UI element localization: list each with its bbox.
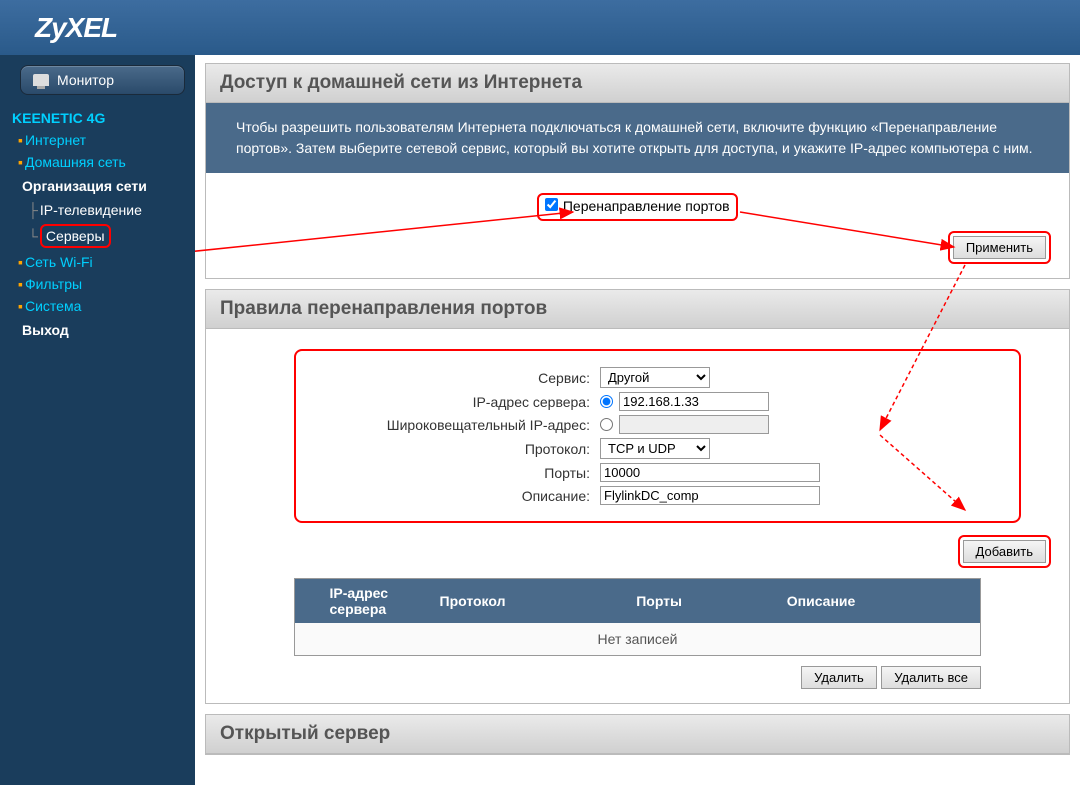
broadcast-input[interactable] bbox=[619, 415, 769, 434]
protocol-select[interactable]: TCP и UDP bbox=[600, 438, 710, 459]
nav-servers[interactable]: └Серверы bbox=[0, 221, 195, 251]
port-forwarding-checkbox[interactable] bbox=[545, 198, 558, 211]
panel-access: Доступ к домашней сети из Интернета Чтоб… bbox=[205, 63, 1070, 279]
broadcast-radio[interactable] bbox=[600, 418, 613, 431]
protocol-label: Протокол: bbox=[310, 441, 600, 457]
rules-table: IP-адрес сервера Протокол Порты Описание… bbox=[294, 578, 981, 656]
table-empty: Нет записей bbox=[295, 623, 981, 656]
panel-access-desc: Чтобы разрешить пользователям Интернета … bbox=[206, 103, 1069, 173]
panel-rules: Правила перенаправления портов Сервис: Д… bbox=[205, 289, 1070, 704]
desc-label: Описание: bbox=[310, 488, 600, 504]
monitor-button[interactable]: Монитор bbox=[20, 65, 185, 95]
nav-iptv[interactable]: ├IP-телевидение bbox=[0, 199, 195, 221]
th-desc: Описание bbox=[777, 579, 981, 624]
delete-button[interactable]: Удалить bbox=[801, 666, 877, 689]
sidebar: Монитор KEENETIC 4G ▪Интернет ▪Домашняя … bbox=[0, 55, 195, 785]
ip-radio[interactable] bbox=[600, 395, 613, 408]
ports-input[interactable] bbox=[600, 463, 820, 482]
port-forwarding-label: Перенаправление портов bbox=[563, 198, 730, 214]
service-select[interactable]: Другой bbox=[600, 367, 710, 388]
nav-logout[interactable]: Выход bbox=[0, 317, 195, 343]
delete-all-button[interactable]: Удалить все bbox=[881, 666, 981, 689]
nav-network-org[interactable]: Организация сети bbox=[0, 173, 195, 199]
nav-filters[interactable]: ▪Фильтры bbox=[0, 273, 195, 295]
panel-rules-title: Правила перенаправления портов bbox=[206, 290, 1069, 329]
nav-internet[interactable]: ▪Интернет bbox=[0, 129, 195, 151]
th-ports: Порты bbox=[626, 579, 777, 624]
nav-system[interactable]: ▪Система bbox=[0, 295, 195, 317]
apply-button[interactable]: Применить bbox=[953, 236, 1046, 259]
th-ip: IP-адрес сервера bbox=[320, 579, 430, 624]
main-content: Доступ к домашней сети из Интернета Чтоб… bbox=[195, 55, 1080, 785]
desc-input[interactable] bbox=[600, 486, 820, 505]
ports-label: Порты: bbox=[310, 465, 600, 481]
nav-home-network[interactable]: ▪Домашняя сеть bbox=[0, 151, 195, 173]
rule-form: Сервис: Другой IP-адрес сервера: Широков… bbox=[294, 349, 1021, 523]
ip-input[interactable] bbox=[619, 392, 769, 411]
device-title: KEENETIC 4G bbox=[0, 107, 195, 129]
broadcast-label: Широковещательный IP-адрес: bbox=[310, 417, 600, 433]
panel-open-server-title: Открытый сервер bbox=[206, 715, 1069, 754]
panel-access-title: Доступ к домашней сети из Интернета bbox=[206, 64, 1069, 103]
monitor-icon bbox=[33, 74, 49, 86]
nav-wifi[interactable]: ▪Сеть Wi-Fi bbox=[0, 251, 195, 273]
brand-logo: ZyXEL bbox=[35, 12, 117, 44]
service-label: Сервис: bbox=[310, 370, 600, 386]
th-protocol: Протокол bbox=[430, 579, 627, 624]
monitor-label: Монитор bbox=[57, 72, 114, 88]
ip-label: IP-адрес сервера: bbox=[310, 394, 600, 410]
add-button[interactable]: Добавить bbox=[963, 540, 1046, 563]
panel-open-server: Открытый сервер bbox=[205, 714, 1070, 755]
